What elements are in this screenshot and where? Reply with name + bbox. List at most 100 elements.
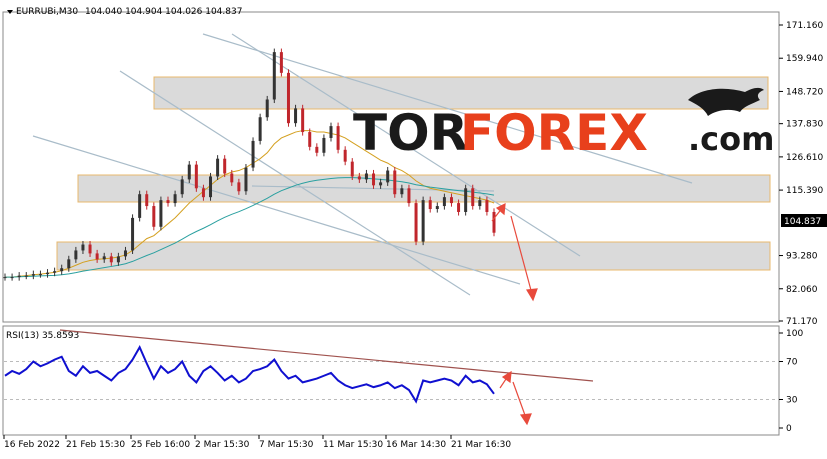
candle-body [67, 259, 71, 269]
candle-body [60, 268, 64, 272]
candle-body [485, 200, 489, 212]
candle-body [251, 140, 255, 168]
candle-body [329, 126, 333, 138]
candle-body [38, 274, 42, 276]
price-tick-label: 82.060 [786, 285, 818, 295]
price-tick-label: 137.830 [786, 120, 823, 130]
time-tick-label: 25 Feb 16:00 [131, 440, 190, 450]
candle-body [223, 158, 227, 174]
candle-body [24, 275, 28, 277]
rsi-panel[interactable] [2, 325, 780, 436]
candle-body [138, 194, 142, 218]
candle-body [131, 217, 135, 251]
candle-body [173, 194, 177, 204]
time-tick-label: 16 Mar 14:30 [386, 440, 446, 450]
candle-body [209, 176, 213, 198]
candle-body [478, 200, 482, 207]
time-tick-label: 7 Mar 15:30 [259, 440, 314, 450]
candle-body [201, 188, 205, 198]
candle-body [53, 271, 57, 273]
rsi-tick-label: 30 [786, 396, 798, 406]
candle-body [407, 188, 411, 204]
candle-body [3, 277, 7, 279]
candle-body [102, 256, 106, 260]
price-tick-label: 71.170 [786, 317, 818, 327]
time-tick-label: 16 Feb 2022 [4, 440, 60, 450]
candle-body [88, 244, 92, 254]
candle-body [272, 52, 276, 100]
candle-body [492, 211, 496, 233]
candle-body [244, 167, 248, 192]
candle-body [152, 206, 156, 227]
candle-body [435, 206, 439, 210]
candle-body [46, 272, 50, 275]
chart-header: EURRUBi,M30 104.040 104.904 104.026 104.… [7, 7, 242, 17]
current-price-marker: 104.837 [781, 214, 827, 227]
candle-body [379, 182, 383, 186]
rsi-tick-label: 0 [786, 424, 792, 434]
candle-body [187, 164, 191, 180]
candle-body [414, 203, 418, 242]
svg-text:104.040 104.904 104.026 104.83: 104.040 104.904 104.026 104.837 [85, 7, 242, 17]
candle-body [294, 108, 298, 124]
price-tick-label: 159.940 [786, 54, 823, 64]
candle-body [286, 72, 290, 124]
candle-body [364, 173, 368, 180]
candle-body [159, 200, 163, 227]
candle-body [95, 253, 99, 260]
candle-body [145, 194, 149, 207]
candle-body [216, 158, 220, 177]
candle-body [194, 164, 198, 189]
time-tick-label: 21 Mar 16:30 [451, 440, 511, 450]
svg-text:FOREX: FOREX [460, 104, 648, 162]
candle-body [230, 173, 234, 183]
price-tick-label: 115.390 [786, 186, 823, 196]
price-tick-label: 126.610 [786, 153, 823, 163]
price-panel[interactable] [2, 11, 780, 323]
candle-body [357, 176, 361, 180]
svg-text:EURRUBi,M30: EURRUBi,M30 [16, 7, 78, 17]
candle-body [315, 146, 319, 153]
candle-body [343, 149, 347, 162]
chart-window[interactable]: 104.837 171.160 159.940 148.720 137.830 126.… [0, 0, 827, 455]
svg-text:104.837: 104.837 [784, 217, 821, 227]
candle-body [17, 275, 21, 278]
rsi-tick-label: 70 [786, 358, 798, 368]
time-tick-label: 2 Mar 15:30 [195, 440, 250, 450]
candle-body [180, 179, 184, 195]
candle-body [10, 277, 14, 279]
rsi-tick-label: 100 [786, 329, 803, 339]
candle-body [265, 99, 269, 118]
candle-body [421, 200, 425, 242]
candle-body [308, 132, 312, 147]
candle-body [350, 161, 354, 177]
support-zone [56, 241, 771, 271]
candle-body [258, 117, 262, 141]
price-tick-label: 171.160 [786, 21, 823, 31]
price-tick-label: 93.280 [786, 252, 818, 262]
candle-body [400, 188, 404, 195]
candle-body [464, 188, 468, 212]
candle-body [372, 173, 376, 186]
candle-body [457, 203, 461, 212]
candle-body [442, 197, 446, 207]
time-axis: 16 Feb 2022 21 Feb 15:30 25 Feb 16:00 2 Mar… [3, 435, 511, 450]
svg-text:TOR: TOR [353, 104, 468, 162]
candle-body [123, 250, 127, 257]
candle-body [322, 137, 326, 153]
time-tick-label: 11 Mar 15:30 [323, 440, 383, 450]
candle-body [386, 170, 390, 183]
candle-body [237, 182, 241, 192]
candle-body [301, 108, 305, 133]
candle-body [449, 197, 453, 204]
candle-body [109, 256, 113, 263]
candle-body [471, 188, 475, 207]
candle-body [81, 244, 85, 251]
candle-body [336, 126, 340, 150]
candle-body [393, 170, 397, 195]
candle-body [166, 200, 170, 204]
svg-text:.com: .com [688, 120, 774, 158]
time-tick-label: 21 Feb 15:30 [66, 440, 125, 450]
candle-body [279, 52, 283, 73]
candle-body [31, 274, 35, 276]
